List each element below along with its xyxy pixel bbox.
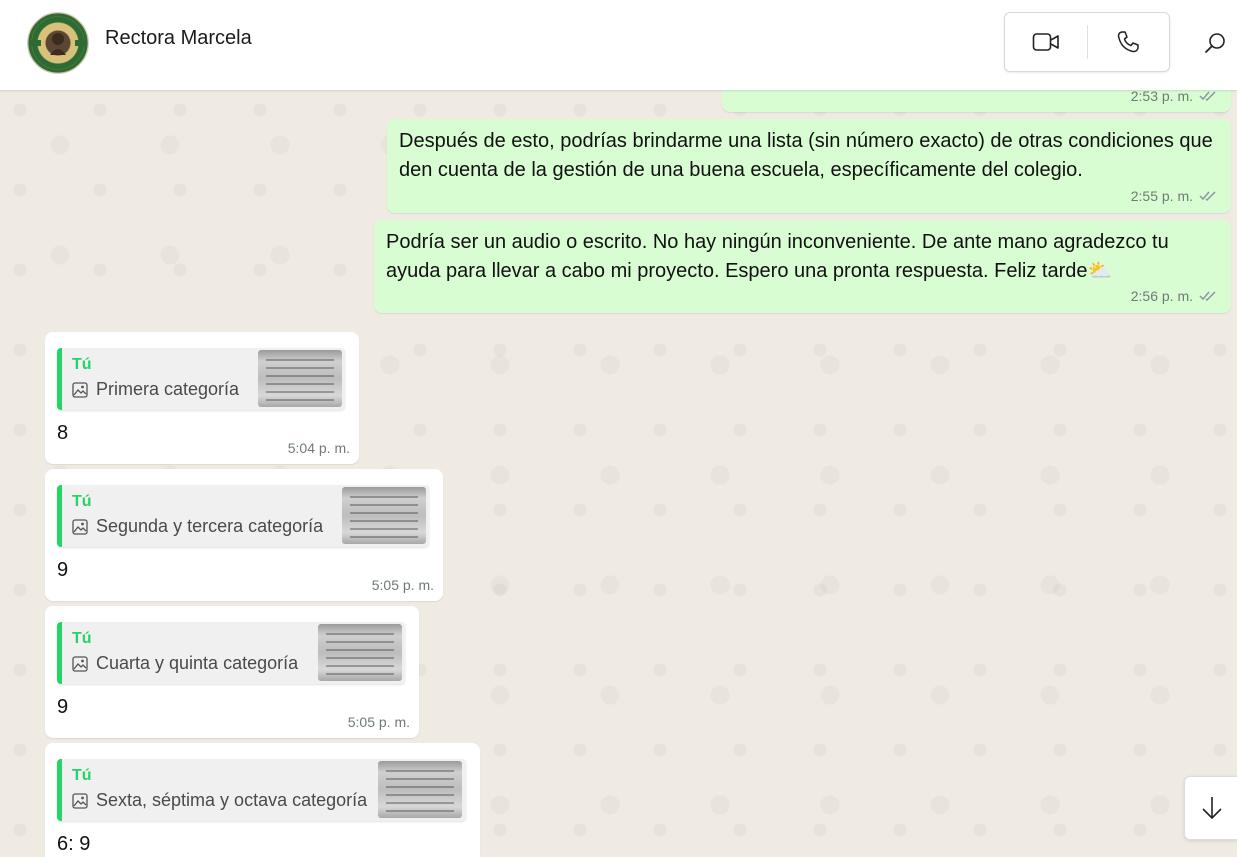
quote-author: Tú — [72, 767, 92, 784]
quoted-message[interactable]: Tú Segunda y tercera categoría — [57, 485, 429, 547]
call-buttons — [1004, 12, 1170, 72]
message-time: 2:56 p. m. — [1130, 288, 1193, 304]
message-text: 9 — [57, 559, 69, 581]
outgoing-message[interactable]: Después de esto, podrías brindarme una l… — [387, 119, 1231, 213]
incoming-message[interactable]: Tú Sexta, séptima y octava categoría 6: … — [45, 743, 480, 857]
message-time: 2:53 p. m. — [1130, 90, 1193, 104]
message-body: Podría ser un audio o escrito. No hay ni… — [386, 231, 1169, 282]
message-time: 5:05 p. m. — [371, 577, 434, 593]
image-thumbnail[interactable] — [258, 350, 342, 407]
message-text: Después de esto, podrías brindarme una l… — [399, 130, 1213, 181]
quote-text: Sexta, séptima y octava categoría — [96, 790, 368, 810]
incoming-message[interactable]: Tú Segunda y tercera categoría 9 5:05 p.… — [45, 469, 443, 601]
message-text: 8 — [57, 422, 69, 444]
quote-line: Segunda y tercera categoría — [72, 516, 323, 537]
quote-line: Cuarta y quinta categoría — [72, 653, 298, 674]
chat-header: Rectora Marcela — [0, 0, 1237, 90]
message-meta: 2:56 p. m. — [1131, 288, 1217, 304]
chat-background[interactable]: 2:53 p. m. Después de esto, podrías brin… — [0, 90, 1237, 857]
image-icon — [72, 518, 88, 535]
message-time: 5:05 p. m. — [347, 714, 410, 730]
sun-behind-cloud-emoji: ⛅ — [1087, 260, 1113, 282]
contact-name[interactable]: Rectora Marcela — [105, 27, 252, 50]
image-thumbnail[interactable] — [318, 624, 402, 681]
outgoing-message[interactable]: Podría ser un audio o escrito. No hay ni… — [374, 220, 1231, 313]
quoted-message[interactable]: Tú Sexta, séptima y octava categoría — [57, 759, 466, 821]
quote-line: Sexta, séptima y octava categoría — [72, 790, 367, 811]
message-text: 9 — [57, 696, 69, 718]
message-time: 5:04 p. m. — [287, 440, 350, 456]
quoted-message[interactable]: Tú Cuarta y quinta categoría — [57, 622, 405, 684]
image-icon — [72, 655, 88, 672]
double-check-icon — [1199, 91, 1216, 102]
message-text: Podría ser un audio o escrito. No hay ni… — [386, 228, 1221, 286]
image-thumbnail[interactable] — [342, 487, 426, 544]
image-icon — [72, 792, 88, 809]
quote-author: Tú — [72, 630, 92, 647]
scroll-to-bottom-button[interactable] — [1184, 776, 1237, 840]
search-icon — [1205, 33, 1225, 53]
message-meta: 2:55 p. m. — [1131, 188, 1217, 204]
video-call-button[interactable] — [1005, 13, 1087, 71]
message-meta: 2:53 p. m. — [1131, 90, 1217, 104]
quoted-message[interactable]: Tú Primera categoría — [57, 348, 345, 410]
quote-text: Segunda y tercera categoría — [96, 516, 324, 536]
image-thumbnail[interactable] — [378, 761, 462, 818]
video-camera-icon — [1032, 33, 1059, 51]
quote-author: Tú — [72, 493, 92, 510]
quote-text: Primera categoría — [96, 379, 240, 399]
quote-line: Primera categoría — [72, 379, 239, 400]
contact-avatar[interactable] — [27, 12, 89, 74]
phone-icon — [1117, 31, 1139, 53]
quote-author: Tú — [72, 356, 92, 373]
outgoing-message[interactable]: 2:53 p. m. — [722, 90, 1231, 112]
double-check-icon — [1199, 191, 1216, 202]
arrow-down-icon — [1201, 797, 1222, 820]
search-button[interactable] — [1198, 26, 1232, 60]
incoming-message[interactable]: Tú Cuarta y quinta categoría 9 5:05 p. m… — [45, 606, 419, 738]
double-check-icon — [1199, 291, 1216, 302]
incoming-message[interactable]: Tú Primera categoría 8 5:04 p. m. — [45, 332, 359, 464]
quote-text: Cuarta y quinta categoría — [96, 653, 299, 673]
image-icon — [72, 381, 88, 398]
voice-call-button[interactable] — [1087, 13, 1169, 71]
message-time: 2:55 p. m. — [1130, 188, 1193, 204]
school-crest-icon — [28, 13, 88, 73]
message-text: 6: 9 — [57, 833, 91, 855]
